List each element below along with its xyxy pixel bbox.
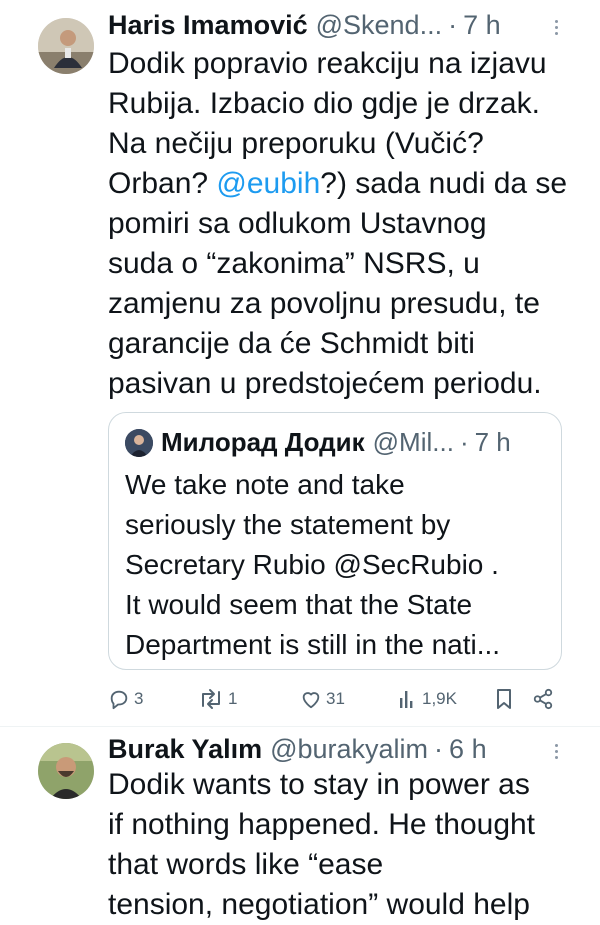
reply-count: 3 (134, 689, 144, 708)
author-name[interactable]: Burak Yalım (108, 732, 262, 766)
repost-count: 1 (228, 689, 238, 708)
quote-author-name: Милорад Додик (161, 427, 365, 457)
separator-dot: · (434, 734, 444, 764)
tweet-burak[interactable]: Burak Yalım @burakyalim · 6 h Dodik want… (0, 727, 600, 921)
like-count: 31 (326, 689, 345, 708)
tweet-text: Dodik wants to stay in power as if nothi… (108, 768, 536, 921)
views-button[interactable]: 1,9K (398, 684, 457, 714)
tweet-text: Dodik popravio reakciju na izjavu Rubija… (108, 44, 578, 404)
repost-button[interactable]: 1 (198, 684, 237, 714)
author-name[interactable]: Haris Imamović (108, 8, 308, 42)
author-handle[interactable]: @burakyalim (270, 732, 428, 766)
avatar[interactable] (38, 743, 94, 799)
timestamp[interactable]: 6 h (449, 732, 487, 766)
quote-timestamp: 7 h (474, 427, 511, 457)
avatar[interactable] (38, 18, 94, 74)
share-icon (533, 688, 553, 710)
action-bar: 3 1 31 1,9K (108, 684, 568, 714)
bookmark-icon (497, 689, 511, 709)
tweet-text-part: ?) sada nudi da se pomiri sa odlukom Ust… (108, 167, 568, 400)
views-count: 1,9K (422, 689, 457, 708)
heart-icon (302, 692, 320, 709)
more-dots-icon[interactable] (551, 20, 561, 35)
quote-author-handle: @Mil... (372, 427, 454, 457)
quote-avatar (125, 429, 153, 457)
avatar-photo (38, 743, 94, 799)
separator-dot: · (448, 10, 458, 40)
quote-header: Милорад Додик @Mil... · 7 h (161, 425, 511, 459)
quote-text: We take note and take seriously the stat… (125, 469, 501, 660)
quoted-tweet[interactable]: Милорад Додик @Mil... · 7 h We take note… (108, 412, 562, 670)
avatar-photo (38, 18, 94, 74)
bookmark-button[interactable] (494, 684, 514, 714)
author-handle[interactable]: @Skend... (316, 8, 442, 42)
like-button[interactable]: 31 (300, 684, 345, 714)
mention-link[interactable]: @eubih (216, 167, 320, 200)
tweet-header: Burak Yalım @burakyalim · 6 h (108, 732, 487, 766)
views-icon (400, 691, 413, 708)
tweet-header: Haris Imamović @Skend... · 7 h (108, 8, 501, 42)
quote-avatar-photo (125, 429, 153, 457)
repost-icon (202, 689, 220, 709)
timestamp[interactable]: 7 h (463, 8, 501, 42)
separator-dot: · (459, 427, 469, 457)
share-button[interactable] (532, 684, 554, 714)
reply-icon (110, 690, 128, 710)
more-dots-icon[interactable] (551, 744, 561, 759)
tweet-haris[interactable]: Haris Imamović @Skend... · 7 h Dodik pop… (0, 0, 600, 726)
reply-button[interactable]: 3 (108, 684, 143, 714)
